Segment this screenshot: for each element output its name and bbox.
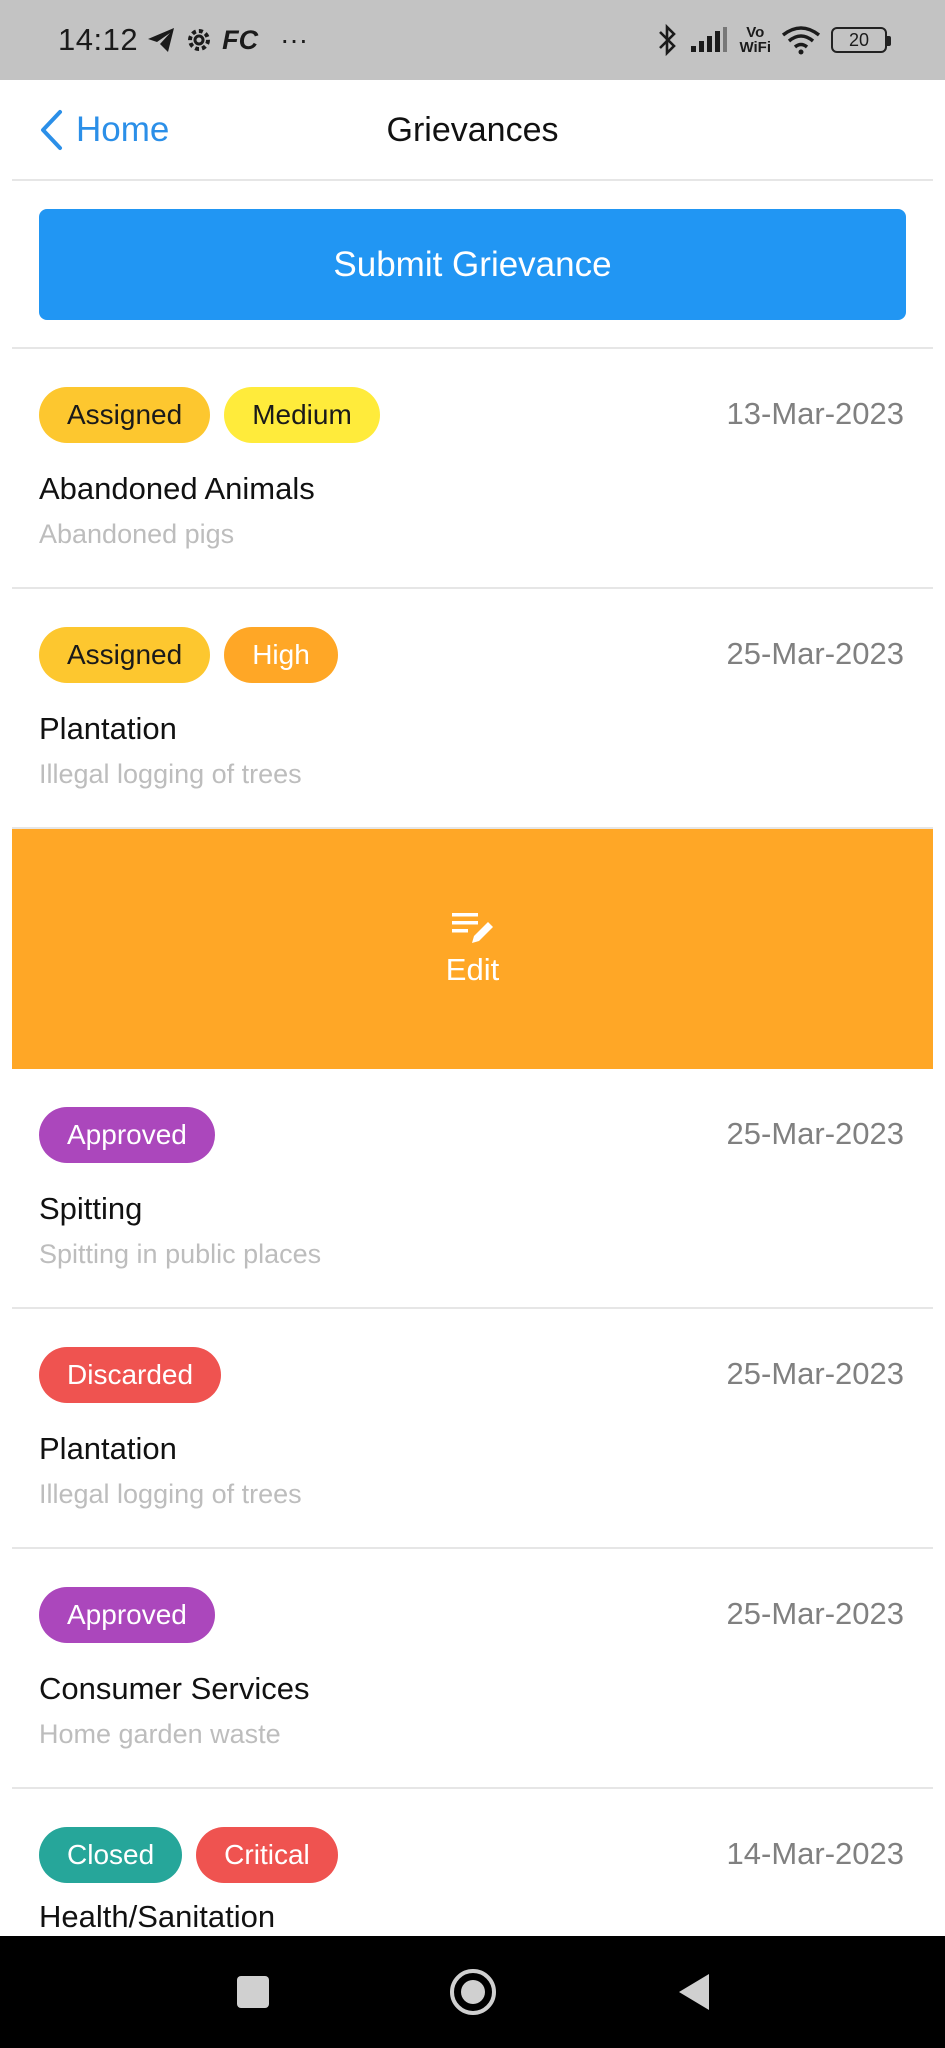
back-button[interactable]: Home [38, 80, 169, 180]
fc-app-icon: FC [222, 24, 259, 55]
signal-strength-icon [689, 26, 729, 54]
priority-badge: Critical [196, 1827, 338, 1883]
grievance-item[interactable]: Assigned Medium 13-Mar-2023 Abandoned An… [12, 349, 933, 589]
telegram-icon [146, 26, 176, 54]
status-badge: Approved [39, 1587, 215, 1643]
status-bar: 14:12 FC ··· Vo WiFi 20 [0, 0, 945, 80]
status-badges: Assigned High [39, 627, 338, 683]
grievance-date: 25-Mar-2023 [726, 1356, 904, 1391]
status-badge: Approved [39, 1107, 215, 1163]
grievance-date: 25-Mar-2023 [726, 636, 904, 671]
priority-badge: Medium [224, 387, 380, 443]
navigation-header: Home Grievances [12, 80, 933, 181]
vowifi-bottom: WiFi [739, 39, 771, 56]
status-badges: Assigned Medium [39, 387, 380, 443]
status-left: 14:12 FC ··· [58, 22, 308, 58]
grievance-category: Consumer Services [39, 1671, 310, 1706]
grievance-description: Illegal logging of trees [39, 759, 302, 789]
grievance-description: Illegal logging of trees [39, 1479, 302, 1509]
status-time: 14:12 [58, 22, 139, 57]
back-system-button[interactable] [663, 1962, 723, 2022]
grievance-date: 25-Mar-2023 [726, 1116, 904, 1151]
recent-apps-button[interactable] [223, 1962, 283, 2022]
grievance-item[interactable]: Approved 25-Mar-2023 Spitting Spitting i… [12, 1069, 933, 1309]
triangle-back-icon [675, 1972, 711, 2012]
circle-icon [448, 1967, 498, 2017]
grievance-category: Spitting [39, 1191, 143, 1226]
settings-gear-icon [184, 25, 214, 55]
phone-screen: 14:12 FC ··· Vo WiFi 20 Home Grievances … [0, 0, 945, 2048]
grievance-date: 25-Mar-2023 [726, 1596, 904, 1631]
status-badge: Closed [39, 1827, 183, 1883]
edit-list-icon [450, 910, 496, 948]
status-badges: Approved [39, 1587, 215, 1643]
grievance-item[interactable]: Closed Critical 14-Mar-2023 Health/Sanit… [12, 1789, 933, 1936]
square-icon [235, 1974, 271, 2010]
vowifi-indicator: Vo WiFi [739, 25, 771, 55]
edit-action-button[interactable]: Edit [12, 829, 933, 1069]
grievance-description: Abandoned pigs [39, 519, 235, 549]
wifi-icon [781, 25, 821, 55]
grievance-category: Abandoned Animals [39, 471, 315, 506]
grievance-item[interactable]: Approved 25-Mar-2023 Consumer Services H… [12, 1549, 933, 1789]
status-badge: Assigned [39, 627, 211, 683]
submit-section: Submit Grievance [12, 181, 933, 349]
status-badges: Approved [39, 1107, 215, 1163]
status-right: Vo WiFi 20 [657, 23, 891, 57]
grievance-category: Health/Sanitation [39, 1899, 276, 1934]
grievance-category: Plantation [39, 1431, 177, 1466]
battery-icon: 20 [831, 27, 891, 53]
more-notifications-icon: ··· [280, 24, 309, 55]
system-navigation-bar [0, 1936, 945, 2048]
bluetooth-icon [657, 23, 679, 57]
home-button[interactable] [443, 1962, 503, 2022]
status-badge: Discarded [39, 1347, 222, 1403]
edit-label: Edit [445, 952, 500, 987]
grievance-description: Spitting in public places [39, 1239, 322, 1269]
grievance-date: 14-Mar-2023 [726, 1836, 904, 1871]
back-label: Home [76, 110, 170, 149]
submit-grievance-button[interactable]: Submit Grievance [39, 209, 906, 320]
grievance-item[interactable]: Discarded 25-Mar-2023 Plantation Illegal… [12, 1309, 933, 1549]
grievances-app: Home Grievances Submit Grievance Assigne… [12, 80, 933, 1936]
priority-badge: High [224, 627, 338, 683]
status-badges: Closed Critical [39, 1827, 338, 1883]
grievance-date: 13-Mar-2023 [726, 396, 904, 431]
grievance-description: Home garden waste [39, 1719, 281, 1749]
grievance-list: Assigned Medium 13-Mar-2023 Abandoned An… [12, 349, 933, 1936]
grievance-item[interactable]: Assigned High 25-Mar-2023 Plantation Ill… [12, 589, 933, 829]
status-badge: Assigned [39, 387, 211, 443]
status-badges: Discarded [39, 1347, 222, 1403]
chevron-left-icon [38, 108, 64, 152]
grievance-category: Plantation [39, 711, 177, 746]
